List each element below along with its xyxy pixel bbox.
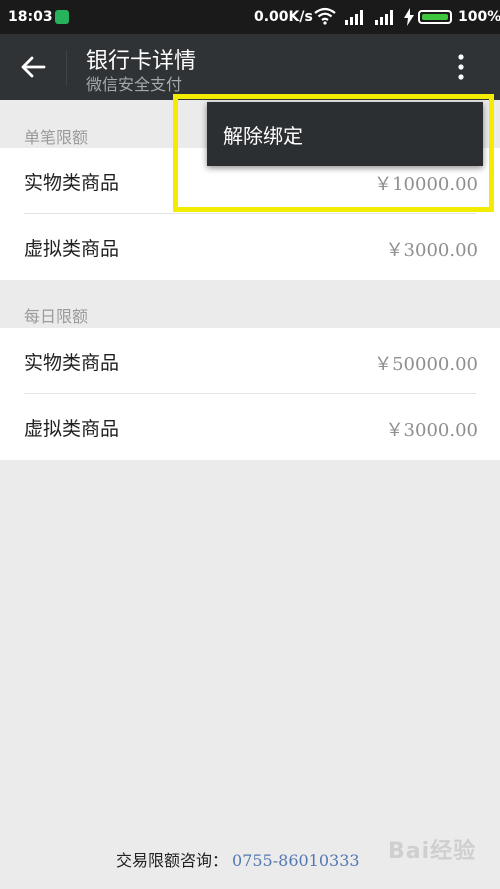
- item-label: 虚拟类商品: [24, 238, 120, 260]
- daily-limit-header: 每日限额: [24, 307, 89, 326]
- signal-icon: [375, 10, 393, 25]
- footer-label: 交易限额咨询：: [116, 851, 229, 870]
- single-limit-header: 单笔限额: [24, 128, 89, 147]
- shield-icon: [55, 10, 69, 24]
- more-vertical-icon[interactable]: [446, 52, 476, 82]
- arrow-left-icon[interactable]: [20, 54, 46, 80]
- item-value: ￥3000.00: [385, 240, 478, 261]
- wifi-icon: [314, 7, 336, 25]
- item-value: ￥50000.00: [374, 354, 478, 375]
- footer: 交易限额咨询： 0755-86010333: [116, 847, 360, 871]
- watermark-logo: Bai经验: [388, 839, 477, 864]
- highlight-box: [173, 94, 494, 212]
- item-label: 实物类商品: [24, 352, 120, 374]
- list-item[interactable]: 虚拟类商品 ￥3000.00: [0, 394, 500, 460]
- charging-icon: [404, 8, 414, 26]
- phone-link[interactable]: 0755-86010333: [232, 851, 360, 870]
- network-speed: 0.00K/s: [254, 9, 313, 25]
- title-bar: 银行卡详情 微信安全支付: [0, 34, 500, 100]
- item-label: 虚拟类商品: [24, 418, 120, 440]
- battery-percent: 100%: [458, 9, 500, 25]
- item-value: ￥3000.00: [385, 420, 478, 441]
- item-label: 实物类商品: [24, 172, 120, 194]
- page-subtitle: 微信安全支付: [86, 75, 183, 94]
- signal-icon: [345, 10, 363, 25]
- list-item[interactable]: 实物类商品 ￥50000.00: [0, 328, 500, 394]
- battery-icon: [418, 10, 452, 24]
- title-divider: [66, 50, 67, 86]
- status-time: 18:03: [8, 9, 53, 25]
- status-bar: 18:03 0.00K/s 100%: [0, 0, 500, 34]
- list-item[interactable]: 虚拟类商品 ￥3000.00: [0, 214, 500, 280]
